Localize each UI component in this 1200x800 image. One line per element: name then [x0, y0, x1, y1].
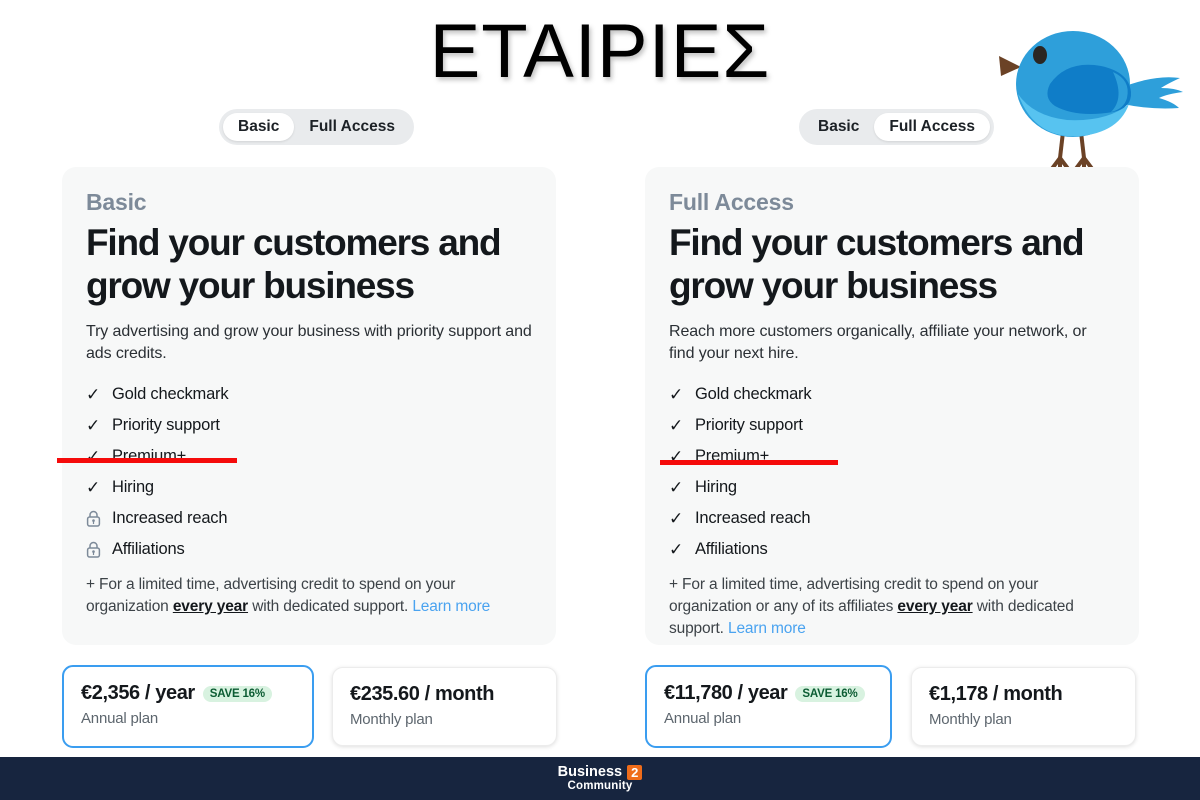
price-amount: €235.60 / month — [350, 683, 495, 705]
pricing-comparison-page: ΕΤΑΙΡΙΕΣ Basic Full Access Basic Full Ac… — [0, 0, 1200, 800]
save-badge: SAVE 16% — [202, 685, 272, 702]
feature-item: ✓ Affiliations — [669, 534, 1115, 565]
check-icon: ✓ — [86, 415, 101, 435]
bird-eye — [1033, 46, 1047, 64]
toggle-option-full-access-right[interactable]: Full Access — [874, 113, 990, 141]
feature-label: Priority support — [695, 415, 803, 434]
plan-toggle-left[interactable]: Basic Full Access — [219, 109, 414, 145]
price-subtitle: Monthly plan — [350, 711, 433, 728]
feature-label: Hiring — [112, 477, 154, 496]
price-amount: €11,780 / year — [664, 682, 788, 704]
feature-item: ✓ Premium+ — [669, 441, 1115, 472]
red-underline-left — [57, 458, 237, 463]
feature-item: ✓ Gold checkmark — [86, 379, 532, 410]
feature-item: ✓ Priority support — [86, 410, 532, 441]
learn-more-link[interactable]: Learn more — [412, 598, 490, 615]
check-icon: ✓ — [86, 384, 101, 404]
plan-card-basic: Basic Find your customers and grow your … — [62, 167, 556, 645]
feature-label: Priority support — [112, 415, 220, 434]
feature-item: ✓ Hiring — [669, 472, 1115, 503]
price-row: €11,780 / year SAVE 16% — [664, 682, 873, 705]
plan-name: Full Access — [669, 189, 794, 215]
logo-top-row: Business 2 — [557, 763, 643, 780]
learn-more-link[interactable]: Learn more — [728, 620, 806, 637]
plan-headline: Find your customers and grow your busine… — [86, 222, 502, 306]
feature-item: ✓ Hiring — [86, 472, 532, 503]
check-icon: ✓ — [86, 477, 101, 497]
footnote-middle: with dedicated support. — [248, 597, 413, 615]
footer-bar: Business 2 Community — [0, 757, 1200, 800]
price-option-annual-basic[interactable]: €2,356 / year SAVE 16% Annual plan — [62, 665, 314, 748]
feature-item: ✓ Increased reach — [669, 503, 1115, 534]
logo-word-community: Community — [567, 780, 633, 793]
toggle-option-basic-right[interactable]: Basic — [803, 113, 874, 141]
footnote-bold: every year — [897, 597, 973, 615]
price-subtitle: Annual plan — [81, 710, 159, 727]
footnote: + For a limited time, advertising credit… — [86, 574, 532, 618]
price-option-monthly-basic[interactable]: €235.60 / month Monthly plan — [332, 667, 557, 746]
feature-item: ✓ Gold checkmark — [669, 379, 1115, 410]
check-icon: ✓ — [669, 384, 684, 404]
check-icon: ✓ — [669, 508, 684, 528]
feature-item: ✓ Premium+ — [86, 441, 532, 472]
feature-label: Gold checkmark — [112, 384, 229, 403]
feature-label: Increased reach — [695, 508, 811, 527]
feature-label: Hiring — [695, 477, 737, 496]
price-subtitle: Annual plan — [664, 710, 742, 727]
plan-subhead: Reach more customers organically, affili… — [669, 322, 1087, 363]
feature-label: Gold checkmark — [695, 384, 812, 403]
check-icon: ✓ — [669, 415, 684, 435]
price-amount: €1,178 / month — [929, 683, 1063, 705]
feature-item: Affiliations — [86, 534, 532, 565]
price-option-annual-full-access[interactable]: €11,780 / year SAVE 16% Annual plan — [645, 665, 892, 748]
logo-badge-two: 2 — [627, 764, 643, 780]
feature-item: ✓ Priority support — [669, 410, 1115, 441]
plan-card-full-access: Full Access Find your customers and grow… — [645, 167, 1139, 645]
bird-legs-icon — [1049, 130, 1095, 172]
feature-label: Affiliations — [112, 539, 185, 558]
price-row: €1,178 / month — [929, 683, 1118, 706]
price-amount: €2,356 / year — [81, 682, 195, 704]
price-subtitle: Monthly plan — [929, 711, 1012, 728]
save-badge: SAVE 16% — [795, 685, 865, 702]
price-row: €2,356 / year SAVE 16% — [81, 682, 295, 705]
plan-subhead: Try advertising and grow your business w… — [86, 322, 532, 363]
feature-label: Affiliations — [695, 539, 768, 558]
toggle-option-full-access-left[interactable]: Full Access — [294, 113, 410, 141]
footnote-bold: every year — [172, 597, 249, 615]
plan-name: Basic — [86, 189, 147, 215]
feature-item: Increased reach — [86, 503, 532, 534]
lock-icon — [86, 541, 112, 558]
price-row: €235.60 / month — [350, 683, 539, 706]
business2community-logo: Business 2 Community — [558, 764, 643, 794]
price-option-monthly-full-access[interactable]: €1,178 / month Monthly plan — [911, 667, 1136, 746]
footnote: + For a limited time, advertising credit… — [669, 574, 1115, 640]
feature-list: ✓ Gold checkmark ✓ Priority support ✓ Pr… — [669, 379, 1115, 565]
toggle-option-basic-left[interactable]: Basic — [223, 113, 295, 141]
blue-bird-illustration — [995, 12, 1195, 177]
lock-icon — [86, 510, 112, 527]
logo-word-business: Business — [557, 763, 623, 780]
check-icon: ✓ — [669, 539, 684, 559]
plan-headline: Find your customers and grow your busine… — [669, 222, 1085, 306]
plan-toggle-right[interactable]: Basic Full Access — [799, 109, 994, 145]
feature-label: Increased reach — [112, 508, 228, 527]
red-underline-right — [660, 460, 838, 465]
check-icon: ✓ — [669, 477, 684, 497]
feature-list: ✓ Gold checkmark ✓ Priority support ✓ Pr… — [86, 379, 532, 565]
